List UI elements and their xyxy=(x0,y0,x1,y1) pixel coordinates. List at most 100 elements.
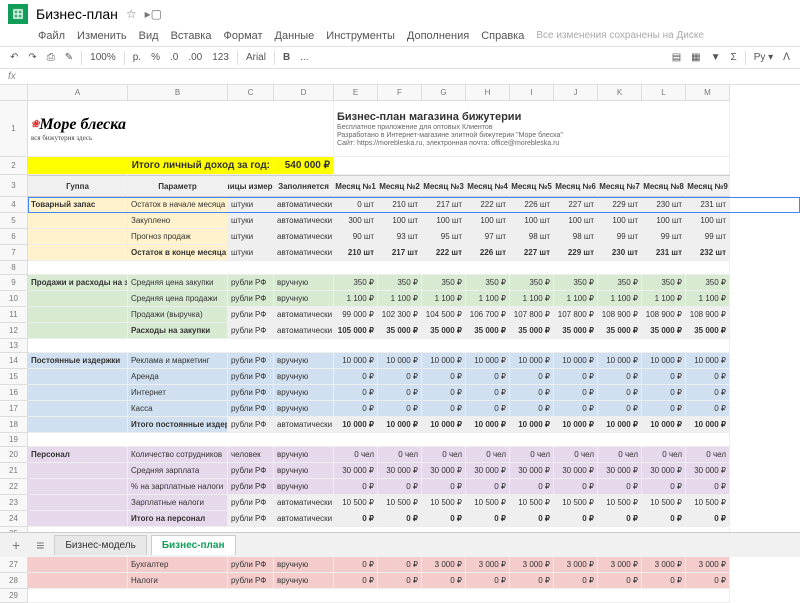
value-cell[interactable]: 10 500 ₽ xyxy=(422,495,466,511)
fill-cell[interactable]: вручную xyxy=(274,573,334,589)
group-cell[interactable] xyxy=(28,511,128,527)
row-header[interactable]: 17 xyxy=(0,401,28,417)
group-cell[interactable] xyxy=(28,229,128,245)
value-cell[interactable]: 3 000 ₽ xyxy=(422,557,466,573)
row-header[interactable]: 1 xyxy=(0,101,28,157)
value-cell[interactable]: 0 чел xyxy=(554,447,598,463)
value-cell[interactable]: 350 ₽ xyxy=(466,275,510,291)
group-cell[interactable] xyxy=(28,213,128,229)
column-header[interactable]: K xyxy=(598,85,642,101)
param-cell[interactable]: Реклама и маркетинг xyxy=(128,353,228,369)
column-header[interactable]: H xyxy=(466,85,510,101)
value-cell[interactable]: 3 000 ₽ xyxy=(554,557,598,573)
value-cell[interactable]: 10 500 ₽ xyxy=(686,495,730,511)
value-cell[interactable]: 99 шт xyxy=(686,229,730,245)
value-cell[interactable]: 217 шт xyxy=(378,245,422,261)
param-cell[interactable]: Продажи (выручка) xyxy=(128,307,228,323)
value-cell[interactable]: 100 шт xyxy=(642,213,686,229)
unit-cell[interactable]: рубли РФ xyxy=(228,557,274,573)
value-cell[interactable]: 10 000 ₽ xyxy=(378,417,422,433)
row-header[interactable]: 4 xyxy=(0,197,28,213)
param-cell[interactable]: Интернет xyxy=(128,385,228,401)
value-cell[interactable]: 0 ₽ xyxy=(466,479,510,495)
param-cell[interactable]: Итого на персонал xyxy=(128,511,228,527)
value-cell[interactable]: 0 ₽ xyxy=(422,511,466,527)
value-cell[interactable]: 100 шт xyxy=(510,213,554,229)
row-header[interactable]: 3 xyxy=(0,175,28,197)
row-header[interactable]: 11 xyxy=(0,307,28,323)
value-cell[interactable]: 0 ₽ xyxy=(554,479,598,495)
unit-cell[interactable]: штуки xyxy=(228,229,274,245)
param-cell[interactable]: % на зарплатные налоги xyxy=(128,479,228,495)
column-header[interactable]: M xyxy=(686,85,730,101)
column-header[interactable]: F xyxy=(378,85,422,101)
value-cell[interactable]: 0 ₽ xyxy=(510,401,554,417)
value-cell[interactable]: 10 000 ₽ xyxy=(642,353,686,369)
value-cell[interactable]: 0 ₽ xyxy=(334,573,378,589)
menu-file[interactable]: Файл xyxy=(38,30,65,42)
value-cell[interactable]: 35 000 ₽ xyxy=(598,323,642,339)
value-cell[interactable]: 0 ₽ xyxy=(466,369,510,385)
fill-cell[interactable]: вручную xyxy=(274,479,334,495)
value-cell[interactable]: 106 700 ₽ xyxy=(466,307,510,323)
value-cell[interactable]: 230 шт xyxy=(598,245,642,261)
value-cell[interactable]: 0 ₽ xyxy=(334,557,378,573)
unit-cell[interactable]: рубли РФ xyxy=(228,291,274,307)
unit-cell[interactable]: штуки xyxy=(228,245,274,261)
value-cell[interactable]: 0 ₽ xyxy=(378,385,422,401)
row-header[interactable]: 29 xyxy=(0,589,28,603)
row-header[interactable]: 23 xyxy=(0,495,28,511)
sheet-tab-plan[interactable]: Бизнес-план xyxy=(151,535,236,555)
value-cell[interactable]: 0 ₽ xyxy=(510,385,554,401)
value-cell[interactable]: 99 шт xyxy=(642,229,686,245)
unit-cell[interactable]: рубли РФ xyxy=(228,401,274,417)
add-sheet-button[interactable]: + xyxy=(6,537,26,553)
value-cell[interactable]: 93 шт xyxy=(378,229,422,245)
value-cell[interactable]: 0 ₽ xyxy=(686,511,730,527)
empty-cell[interactable] xyxy=(334,157,730,175)
value-cell[interactable]: 0 чел xyxy=(686,447,730,463)
fill-cell[interactable]: вручную xyxy=(274,275,334,291)
value-cell[interactable]: 0 ₽ xyxy=(686,401,730,417)
value-cell[interactable]: 100 шт xyxy=(686,213,730,229)
value-cell[interactable]: 0 ₽ xyxy=(378,573,422,589)
param-cell[interactable]: Количество сотрудников xyxy=(128,447,228,463)
column-header[interactable]: I xyxy=(510,85,554,101)
value-cell[interactable]: 300 шт xyxy=(334,213,378,229)
value-cell[interactable]: 0 чел xyxy=(378,447,422,463)
value-cell[interactable]: 0 ₽ xyxy=(510,511,554,527)
group-cell[interactable] xyxy=(28,479,128,495)
value-cell[interactable]: 0 ₽ xyxy=(334,511,378,527)
value-cell[interactable]: 10 500 ₽ xyxy=(510,495,554,511)
fill-cell[interactable]: автоматически xyxy=(274,229,334,245)
value-cell[interactable]: 227 шт xyxy=(510,245,554,261)
param-cell[interactable]: Средняя зарплата xyxy=(128,463,228,479)
value-cell[interactable]: 217 шт xyxy=(422,197,466,213)
column-header[interactable]: A xyxy=(28,85,128,101)
row-header[interactable]: 27 xyxy=(0,557,28,573)
column-header[interactable]: J xyxy=(554,85,598,101)
fill-cell[interactable]: вручную xyxy=(274,557,334,573)
unit-cell[interactable]: рубли РФ xyxy=(228,275,274,291)
value-cell[interactable]: 10 000 ₽ xyxy=(422,417,466,433)
value-cell[interactable]: 1 100 ₽ xyxy=(334,291,378,307)
value-cell[interactable]: 0 ₽ xyxy=(686,369,730,385)
value-cell[interactable]: 0 ₽ xyxy=(334,401,378,417)
value-cell[interactable]: 10 000 ₽ xyxy=(422,353,466,369)
value-cell[interactable]: 0 ₽ xyxy=(422,401,466,417)
param-cell[interactable]: Аренда xyxy=(128,369,228,385)
unit-cell[interactable]: рубли РФ xyxy=(228,385,274,401)
row-header[interactable]: 10 xyxy=(0,291,28,307)
column-header[interactable]: G xyxy=(422,85,466,101)
row-header[interactable]: 20 xyxy=(0,447,28,463)
value-cell[interactable]: 1 100 ₽ xyxy=(554,291,598,307)
empty-cell[interactable] xyxy=(28,261,730,275)
value-cell[interactable]: 35 000 ₽ xyxy=(378,323,422,339)
value-cell[interactable]: 0 ₽ xyxy=(554,573,598,589)
unit-cell[interactable]: рубли РФ xyxy=(228,353,274,369)
group-cell[interactable] xyxy=(28,323,128,339)
value-cell[interactable]: 0 чел xyxy=(334,447,378,463)
sheets-logo-icon[interactable] xyxy=(8,4,28,24)
unit-cell[interactable]: рубли РФ xyxy=(228,417,274,433)
value-cell[interactable]: 0 ₽ xyxy=(378,369,422,385)
